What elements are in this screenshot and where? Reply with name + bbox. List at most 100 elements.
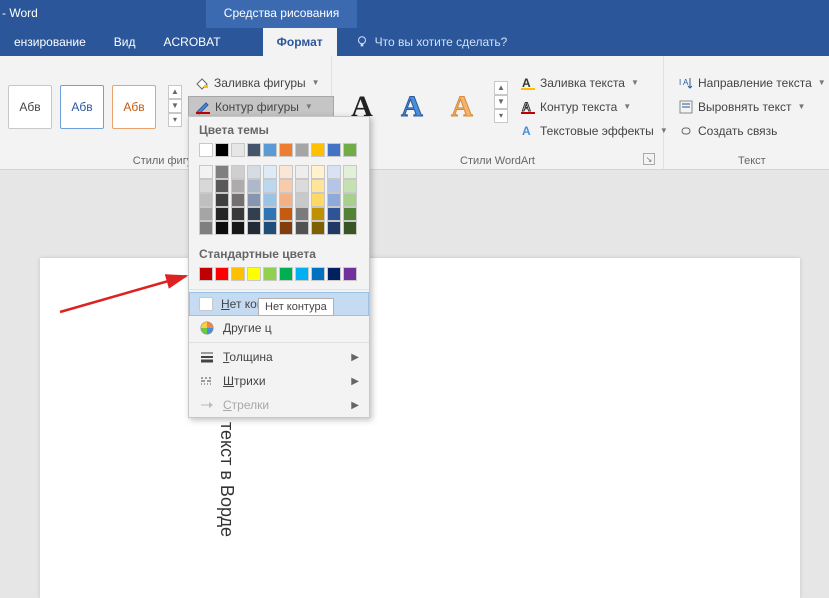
color-swatch[interactable] xyxy=(231,165,245,179)
color-swatch[interactable] xyxy=(311,207,325,221)
color-swatch[interactable] xyxy=(247,207,261,221)
text-fill-button[interactable]: A Заливка текста ▼ xyxy=(514,72,674,94)
color-swatch[interactable] xyxy=(199,207,213,221)
color-swatch[interactable] xyxy=(343,143,357,157)
color-swatch[interactable] xyxy=(231,207,245,221)
color-swatch[interactable] xyxy=(199,179,213,193)
color-swatch[interactable] xyxy=(215,221,229,235)
color-swatch[interactable] xyxy=(343,165,357,179)
text-outline-button[interactable]: A Контур текста ▼ xyxy=(514,96,674,118)
document-page[interactable]: ый текст в Ворде xyxy=(40,258,800,598)
color-swatch[interactable] xyxy=(343,267,357,281)
color-swatch[interactable] xyxy=(215,207,229,221)
color-swatch[interactable] xyxy=(263,221,277,235)
color-swatch[interactable] xyxy=(279,165,293,179)
color-swatch[interactable] xyxy=(199,193,213,207)
wordart-thumb[interactable]: А xyxy=(440,81,484,133)
text-direction-button[interactable]: IA Направление текста ▼ xyxy=(672,72,829,94)
color-swatch[interactable] xyxy=(295,165,309,179)
tab-review[interactable]: ензирование xyxy=(0,28,100,56)
color-swatch[interactable] xyxy=(247,165,261,179)
color-swatch[interactable] xyxy=(247,221,261,235)
gallery-down-button[interactable]: ▼ xyxy=(494,95,508,109)
gallery-up-button[interactable]: ▲ xyxy=(494,81,508,95)
color-swatch[interactable] xyxy=(279,143,293,157)
color-swatch[interactable] xyxy=(231,179,245,193)
color-swatch[interactable] xyxy=(311,267,325,281)
color-swatch[interactable] xyxy=(327,267,341,281)
color-swatch[interactable] xyxy=(263,179,277,193)
color-swatch[interactable] xyxy=(327,221,341,235)
color-swatch[interactable] xyxy=(199,267,213,281)
color-swatch[interactable] xyxy=(343,221,357,235)
shape-style-thumb[interactable]: Абв xyxy=(8,85,52,129)
color-swatch[interactable] xyxy=(295,267,309,281)
gallery-up-button[interactable]: ▲ xyxy=(168,85,182,99)
color-swatch[interactable] xyxy=(199,221,213,235)
dashes-item[interactable]: Штрихи ▶ xyxy=(189,369,369,393)
color-swatch[interactable] xyxy=(199,165,213,179)
color-swatch[interactable] xyxy=(343,193,357,207)
color-swatch[interactable] xyxy=(327,207,341,221)
gallery-down-button[interactable]: ▼ xyxy=(168,99,182,113)
create-link-button[interactable]: Создать связь xyxy=(672,120,829,142)
arrows-item[interactable]: Стрелки ▶ xyxy=(189,393,369,417)
color-swatch[interactable] xyxy=(215,179,229,193)
color-swatch[interactable] xyxy=(231,221,245,235)
color-swatch[interactable] xyxy=(311,143,325,157)
color-swatch[interactable] xyxy=(295,143,309,157)
color-swatch[interactable] xyxy=(295,207,309,221)
tab-format[interactable]: Формат xyxy=(263,28,337,56)
color-swatch[interactable] xyxy=(215,267,229,281)
color-swatch[interactable] xyxy=(279,267,293,281)
align-text-button[interactable]: Выровнять текст ▼ xyxy=(672,96,829,118)
color-swatch[interactable] xyxy=(263,143,277,157)
dialog-launcher[interactable]: ↘ xyxy=(643,153,655,165)
color-swatch[interactable] xyxy=(279,179,293,193)
weight-item[interactable]: Толщина ▶ xyxy=(189,345,369,369)
more-colors-item[interactable]: Другие ц xyxy=(189,316,369,340)
color-swatch[interactable] xyxy=(247,267,261,281)
color-swatch[interactable] xyxy=(199,143,213,157)
color-swatch[interactable] xyxy=(311,193,325,207)
color-swatch[interactable] xyxy=(215,165,229,179)
color-swatch[interactable] xyxy=(295,221,309,235)
color-swatch[interactable] xyxy=(311,179,325,193)
color-swatch[interactable] xyxy=(231,267,245,281)
color-swatch[interactable] xyxy=(247,179,261,193)
wordart-thumb[interactable]: А xyxy=(390,81,434,133)
text-effects-button[interactable]: A Текстовые эффекты ▼ xyxy=(514,120,674,142)
color-swatch[interactable] xyxy=(247,193,261,207)
color-swatch[interactable] xyxy=(279,193,293,207)
tab-acrobat[interactable]: ACROBAT xyxy=(150,28,235,56)
color-swatch[interactable] xyxy=(327,143,341,157)
color-swatch[interactable] xyxy=(295,193,309,207)
shape-style-thumb[interactable]: Абв xyxy=(60,85,104,129)
color-swatch[interactable] xyxy=(343,207,357,221)
color-swatch[interactable] xyxy=(327,179,341,193)
drawing-tools-tab[interactable]: Средства рисования xyxy=(206,0,357,28)
color-swatch[interactable] xyxy=(263,165,277,179)
tell-me-search[interactable]: Что вы хотите сделать? xyxy=(337,35,508,49)
color-swatch[interactable] xyxy=(215,143,229,157)
color-swatch[interactable] xyxy=(311,165,325,179)
color-swatch[interactable] xyxy=(343,179,357,193)
color-swatch[interactable] xyxy=(279,207,293,221)
gallery-more-button[interactable]: ▾ xyxy=(494,109,508,123)
color-swatch[interactable] xyxy=(215,193,229,207)
color-swatch[interactable] xyxy=(327,193,341,207)
shape-fill-button[interactable]: Заливка фигуры ▼ xyxy=(188,72,334,94)
shape-style-thumb[interactable]: Абв xyxy=(112,85,156,129)
color-swatch[interactable] xyxy=(263,267,277,281)
color-swatch[interactable] xyxy=(263,193,277,207)
color-swatch[interactable] xyxy=(231,143,245,157)
color-swatch[interactable] xyxy=(295,179,309,193)
color-swatch[interactable] xyxy=(247,143,261,157)
color-swatch[interactable] xyxy=(279,221,293,235)
color-swatch[interactable] xyxy=(231,193,245,207)
color-swatch[interactable] xyxy=(311,221,325,235)
tab-view[interactable]: Вид xyxy=(100,28,150,56)
shape-outline-button[interactable]: Контур фигуры ▼ xyxy=(188,96,334,118)
color-swatch[interactable] xyxy=(263,207,277,221)
gallery-more-button[interactable]: ▾ xyxy=(168,113,182,127)
